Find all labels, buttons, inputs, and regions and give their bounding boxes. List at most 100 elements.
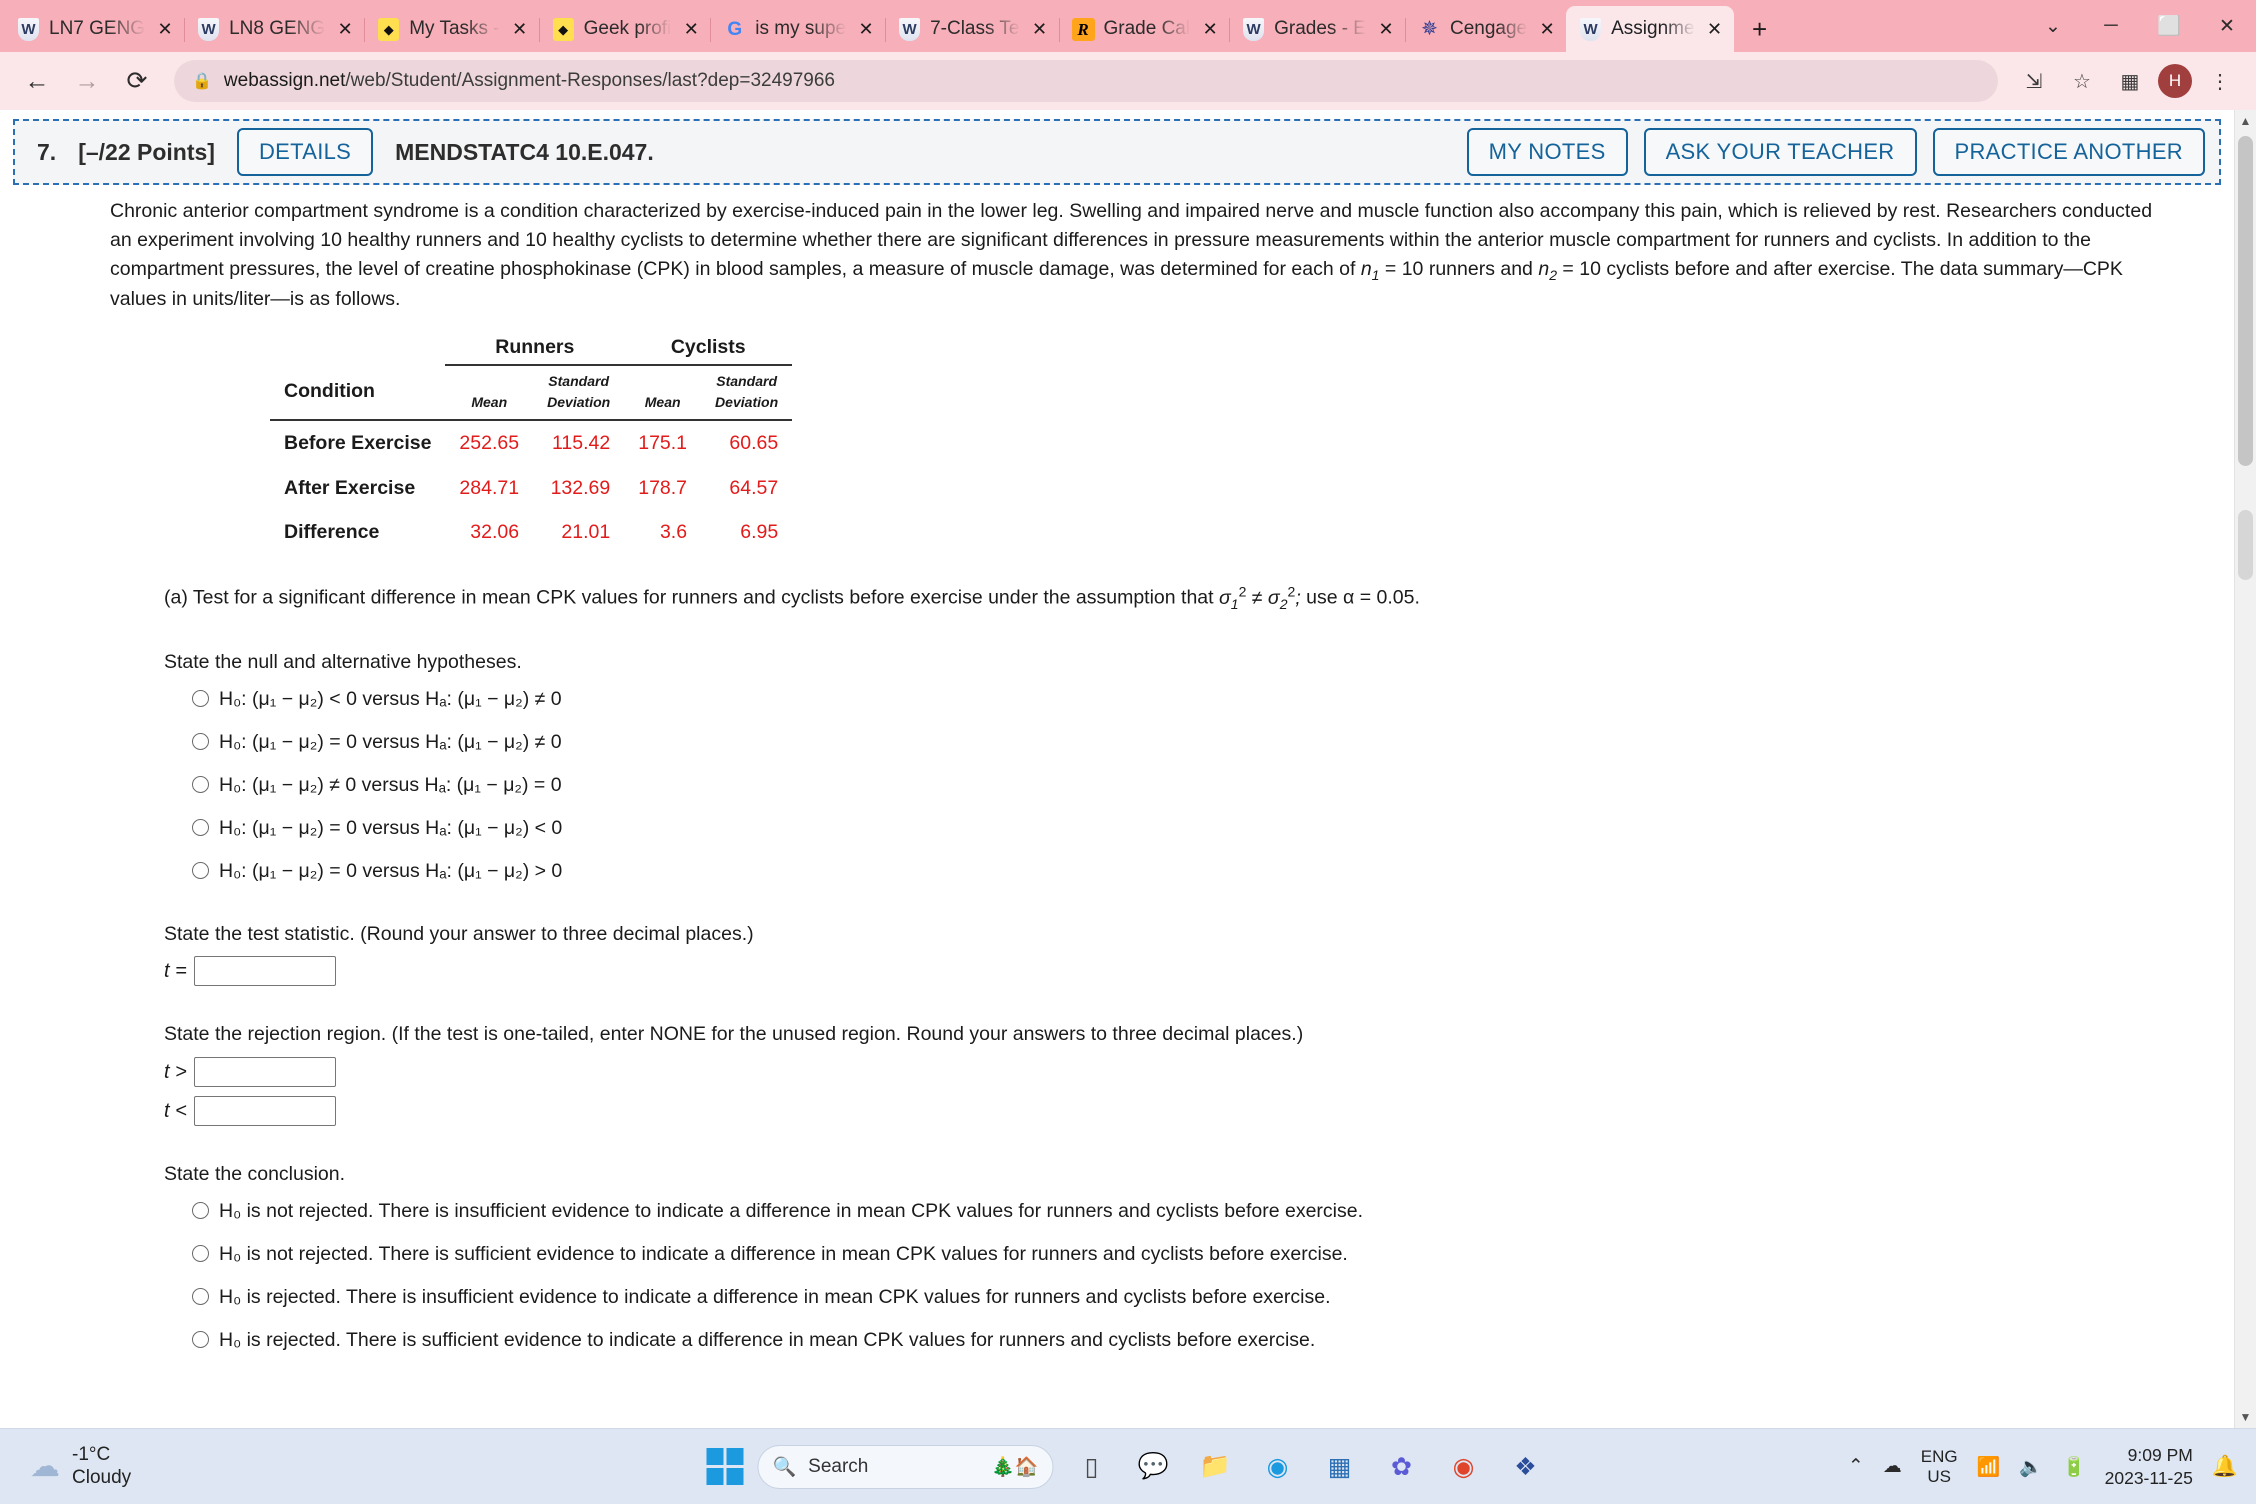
hypothesis-option[interactable]: H₀: (μ₁ − μ₂) = 0 versus Hₐ: (μ₁ − μ₂) ≠… — [192, 728, 2212, 757]
rejection-lower-input[interactable] — [193, 1096, 336, 1127]
ask-your-teacher-button[interactable]: ASK YOUR TEACHER — [1643, 128, 1917, 176]
browser-tab[interactable]: ◆ Geek profi ✕ — [539, 6, 711, 52]
close-icon[interactable]: ✕ — [855, 18, 877, 40]
radio-button[interactable] — [192, 1287, 209, 1305]
test-statistic-input[interactable] — [193, 956, 336, 987]
data-table-wrapper: Runners Cyclists Condition Mean Standard… — [110, 328, 2212, 555]
wifi-icon[interactable]: 📶 — [1977, 1455, 2001, 1479]
radio-button[interactable] — [192, 1330, 209, 1348]
webassign-shield-icon: W — [898, 17, 921, 41]
chat-icon[interactable]: 💬 — [1130, 1443, 1178, 1491]
close-icon[interactable]: ✕ — [1029, 18, 1051, 40]
battery-charging-icon[interactable]: 🔋 — [2062, 1455, 2086, 1479]
scrollbar-thumb-secondary[interactable] — [2238, 510, 2253, 580]
radio-button[interactable] — [192, 818, 209, 836]
close-icon[interactable]: ✕ — [1199, 18, 1221, 40]
language-code: ENG — [1920, 1446, 1958, 1466]
radio-button[interactable] — [192, 1245, 209, 1263]
close-icon[interactable]: ✕ — [680, 18, 702, 40]
radio-button[interactable] — [192, 733, 209, 751]
address-bar[interactable]: 🔒 webassign.net/web/Student/Assignment-R… — [174, 60, 1998, 102]
table-corner-empty — [270, 328, 445, 365]
clock[interactable]: 9:09 PM 2023-11-25 — [2105, 1444, 2193, 1490]
question-points: [–/22 Points] — [78, 138, 215, 165]
radio-button[interactable] — [192, 861, 209, 879]
forward-button[interactable]: → — [66, 60, 108, 102]
edge-icon[interactable]: ◉ — [1254, 1443, 1302, 1491]
search-input[interactable]: 🔍 Search 🎄🏠 — [757, 1444, 1054, 1489]
hypothesis-option[interactable]: H₀: (μ₁ − μ₂) = 0 versus Hₐ: (μ₁ − μ₂) >… — [192, 857, 2212, 886]
share-icon[interactable]: ⇲ — [2014, 61, 2054, 101]
conclusion-option[interactable]: H₀ is rejected. There is sufficient evid… — [192, 1326, 2212, 1355]
lock-icon: 🔒 — [192, 73, 212, 90]
test-statistic-section: State the test statistic. (Round your an… — [164, 920, 2212, 987]
rejection-region-prompt: State the rejection region. (If the test… — [164, 1023, 1304, 1046]
cell-runners-mean: 284.71 — [459, 476, 520, 499]
file-explorer-icon[interactable]: 📁 — [1192, 1443, 1240, 1491]
bell-icon[interactable]: 🔔 — [2212, 1455, 2238, 1479]
minimize-icon[interactable]: ─ — [2082, 3, 2140, 49]
chrome-icon[interactable]: ◉ — [1440, 1443, 1488, 1491]
browser-tab[interactable]: ◆ My Tasks - ✕ — [364, 6, 541, 52]
teams-icon[interactable]: ✿ — [1378, 1443, 1426, 1491]
new-tab-button[interactable]: + — [1742, 11, 1778, 47]
conclusion-option[interactable]: H₀ is not rejected. There is insufficien… — [192, 1197, 2212, 1226]
my-notes-button[interactable]: MY NOTES — [1466, 128, 1628, 176]
weather-widget[interactable]: ☁ -1°C Cloudy — [0, 1444, 131, 1490]
rstudio-icon: R — [1071, 17, 1095, 41]
rejection-upper-row: t > — [164, 1057, 2212, 1088]
sidepanel-icon[interactable]: ▦ — [2110, 61, 2150, 101]
avatar[interactable]: H — [2158, 64, 2192, 98]
scroll-up-arrow[interactable]: ▲ — [2235, 110, 2256, 132]
bookmark-star-icon[interactable]: ☆ — [2062, 61, 2102, 101]
close-icon[interactable]: ✕ — [1375, 18, 1397, 40]
browser-tab[interactable]: W 7-Class Te ✕ — [885, 6, 1060, 52]
rejection-upper-input[interactable] — [193, 1057, 336, 1088]
overflow-chevron-icon[interactable]: ⌃ — [1848, 1455, 1864, 1478]
n1-value: = 10 — [1384, 257, 1424, 280]
maximize-icon[interactable]: ⬜ — [2140, 3, 2198, 49]
radio-button[interactable] — [192, 690, 209, 708]
back-button[interactable]: ← — [16, 60, 58, 102]
reload-button[interactable]: ⟳ — [116, 60, 158, 102]
cell-runners-mean: 32.06 — [470, 521, 520, 544]
scroll-down-arrow[interactable]: ▼ — [2235, 1406, 2256, 1428]
conclusion-option[interactable]: H₀ is rejected. There is insufficient ev… — [192, 1283, 2212, 1312]
close-icon[interactable]: ✕ — [334, 18, 356, 40]
onedrive-cloud-icon[interactable]: ☁ — [1883, 1455, 1902, 1478]
hypothesis-option[interactable]: H₀: (μ₁ − μ₂) < 0 versus Hₐ: (μ₁ − μ₂) ≠… — [192, 685, 2212, 714]
browser-tab[interactable]: W LN7 GENG ✕ — [4, 6, 186, 52]
task-view-icon[interactable]: ▯ — [1068, 1443, 1116, 1491]
start-button[interactable] — [706, 1448, 744, 1485]
close-window-icon[interactable]: ✕ — [2198, 3, 2256, 49]
browser-tab[interactable]: G is my supe ✕ — [710, 6, 886, 52]
chrome-menu-icon[interactable]: ⋮ — [2200, 61, 2240, 101]
vscode-icon[interactable]: ❖ — [1502, 1443, 1550, 1491]
practice-another-button[interactable]: PRACTICE ANOTHER — [1932, 128, 2205, 176]
scrollbar-thumb[interactable] — [2238, 136, 2253, 466]
browser-tab[interactable]: R Grade Cal ✕ — [1059, 6, 1230, 52]
hypothesis-option[interactable]: H₀: (μ₁ − μ₂) ≠ 0 versus Hₐ: (μ₁ − μ₂) =… — [192, 771, 2212, 800]
close-icon[interactable]: ✕ — [154, 18, 176, 40]
option-label: H₀ is rejected. There is sufficient evid… — [219, 1328, 1316, 1351]
page-scrollbar[interactable]: ▲ ▼ — [2234, 110, 2256, 1428]
collapse-icon[interactable]: ⌄ — [2024, 3, 2082, 49]
radio-button[interactable] — [192, 776, 209, 793]
close-icon[interactable]: ✕ — [1536, 18, 1558, 40]
volume-icon[interactable]: 🔈 — [2019, 1455, 2043, 1479]
browser-tab[interactable]: ✵ Cengage ✕ — [1405, 6, 1568, 52]
store-icon[interactable]: ▦ — [1316, 1443, 1364, 1491]
hypothesis-option[interactable]: H₀: (μ₁ − μ₂) = 0 versus Hₐ: (μ₁ − μ₂) <… — [192, 814, 2212, 843]
details-button[interactable]: DETAILS — [236, 128, 374, 176]
conclusion-option[interactable]: H₀ is not rejected. There is sufficient … — [192, 1240, 2212, 1269]
test-statistic-symbol: t = — [164, 959, 187, 982]
browser-tab[interactable]: W Grades - E ✕ — [1229, 6, 1406, 52]
browser-tab[interactable]: W LN8 GENG ✕ — [184, 6, 366, 52]
close-icon[interactable]: ✕ — [1704, 18, 1726, 40]
n2-symbol: n2 — [1538, 257, 1557, 283]
browser-tab-active[interactable]: W Assignme ✕ — [1566, 6, 1734, 52]
radio-button[interactable] — [192, 1202, 209, 1220]
language-indicator[interactable]: ENG US — [1921, 1447, 1958, 1486]
close-icon[interactable]: ✕ — [509, 18, 531, 40]
header-actions: MY NOTES ASK YOUR TEACHER PRACTICE ANOTH… — [1466, 128, 2205, 176]
